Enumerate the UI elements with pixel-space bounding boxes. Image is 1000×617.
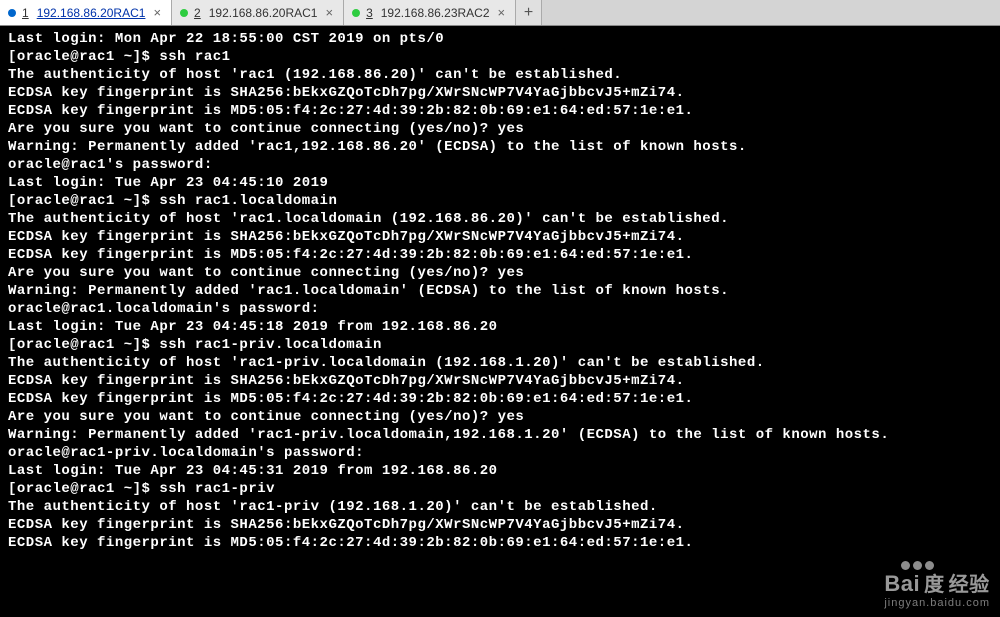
- terminal-line: ECDSA key fingerprint is MD5:05:f4:2c:27…: [8, 102, 992, 120]
- terminal-line: [oracle@rac1 ~]$ ssh rac1.localdomain: [8, 192, 992, 210]
- terminal-line: ECDSA key fingerprint is SHA256:bEkxGZQo…: [8, 84, 992, 102]
- terminal-line: [oracle@rac1 ~]$ ssh rac1: [8, 48, 992, 66]
- tab-label: 192.168.86.20RAC1: [209, 6, 318, 20]
- terminal-line: Are you sure you want to continue connec…: [8, 264, 992, 282]
- terminal-line: oracle@rac1-priv.localdomain's password:: [8, 444, 992, 462]
- terminal-line: Warning: Permanently added 'rac1-priv.lo…: [8, 426, 992, 444]
- terminal-line: Last login: Tue Apr 23 04:45:10 2019: [8, 174, 992, 192]
- new-tab-button[interactable]: +: [516, 0, 542, 25]
- tab-number: 1: [22, 6, 29, 20]
- terminal-line: ECDSA key fingerprint is SHA256:bEkxGZQo…: [8, 228, 992, 246]
- connection-status-icon: [180, 9, 188, 17]
- terminal-line: [oracle@rac1 ~]$ ssh rac1-priv: [8, 480, 992, 498]
- tab-label: 192.168.86.23RAC2: [381, 6, 490, 20]
- terminal-line: The authenticity of host 'rac1-priv.loca…: [8, 354, 992, 372]
- tab-label: 192.168.86.20RAC1: [37, 6, 146, 20]
- terminal-line: Warning: Permanently added 'rac1.localdo…: [8, 282, 992, 300]
- terminal-line: ECDSA key fingerprint is SHA256:bEkxGZQo…: [8, 372, 992, 390]
- terminal-line: Last login: Tue Apr 23 04:45:18 2019 fro…: [8, 318, 992, 336]
- terminal-line: Last login: Mon Apr 22 18:55:00 CST 2019…: [8, 30, 992, 48]
- terminal-line: [oracle@rac1 ~]$ ssh rac1-priv.localdoma…: [8, 336, 992, 354]
- tab-bar-fill: [542, 0, 1000, 25]
- close-icon[interactable]: ×: [151, 5, 163, 20]
- tab-session-2[interactable]: 2 192.168.86.20RAC1 ×: [172, 0, 344, 25]
- tab-session-1[interactable]: 1 192.168.86.20RAC1 ×: [0, 0, 172, 25]
- terminal-line: ECDSA key fingerprint is MD5:05:f4:2c:27…: [8, 534, 992, 552]
- tabs-container: 1192.168.86.20RAC1×2192.168.86.20RAC1×31…: [0, 0, 516, 25]
- terminal-output[interactable]: Last login: Mon Apr 22 18:55:00 CST 2019…: [0, 26, 1000, 617]
- terminal-line: oracle@rac1's password:: [8, 156, 992, 174]
- connection-status-icon: [352, 9, 360, 17]
- terminal-line: Warning: Permanently added 'rac1,192.168…: [8, 138, 992, 156]
- terminal-line: Last login: Tue Apr 23 04:45:31 2019 fro…: [8, 462, 992, 480]
- terminal-line: Are you sure you want to continue connec…: [8, 408, 992, 426]
- close-icon[interactable]: ×: [496, 5, 508, 20]
- tab-number: 3: [366, 6, 373, 20]
- terminal-line: ECDSA key fingerprint is MD5:05:f4:2c:27…: [8, 246, 992, 264]
- connection-status-icon: [8, 9, 16, 17]
- tab-number: 2: [194, 6, 201, 20]
- terminal-line: ECDSA key fingerprint is SHA256:bEkxGZQo…: [8, 516, 992, 534]
- terminal-line: The authenticity of host 'rac1.localdoma…: [8, 210, 992, 228]
- tab-session-3[interactable]: 3 192.168.86.23RAC2 ×: [344, 0, 516, 25]
- terminal-line: oracle@rac1.localdomain's password:: [8, 300, 992, 318]
- close-icon[interactable]: ×: [323, 5, 335, 20]
- terminal-line: The authenticity of host 'rac1 (192.168.…: [8, 66, 992, 84]
- tab-bar: 1192.168.86.20RAC1×2192.168.86.20RAC1×31…: [0, 0, 1000, 26]
- terminal-line: ECDSA key fingerprint is MD5:05:f4:2c:27…: [8, 390, 992, 408]
- terminal-line: Are you sure you want to continue connec…: [8, 120, 992, 138]
- terminal-line: The authenticity of host 'rac1-priv (192…: [8, 498, 992, 516]
